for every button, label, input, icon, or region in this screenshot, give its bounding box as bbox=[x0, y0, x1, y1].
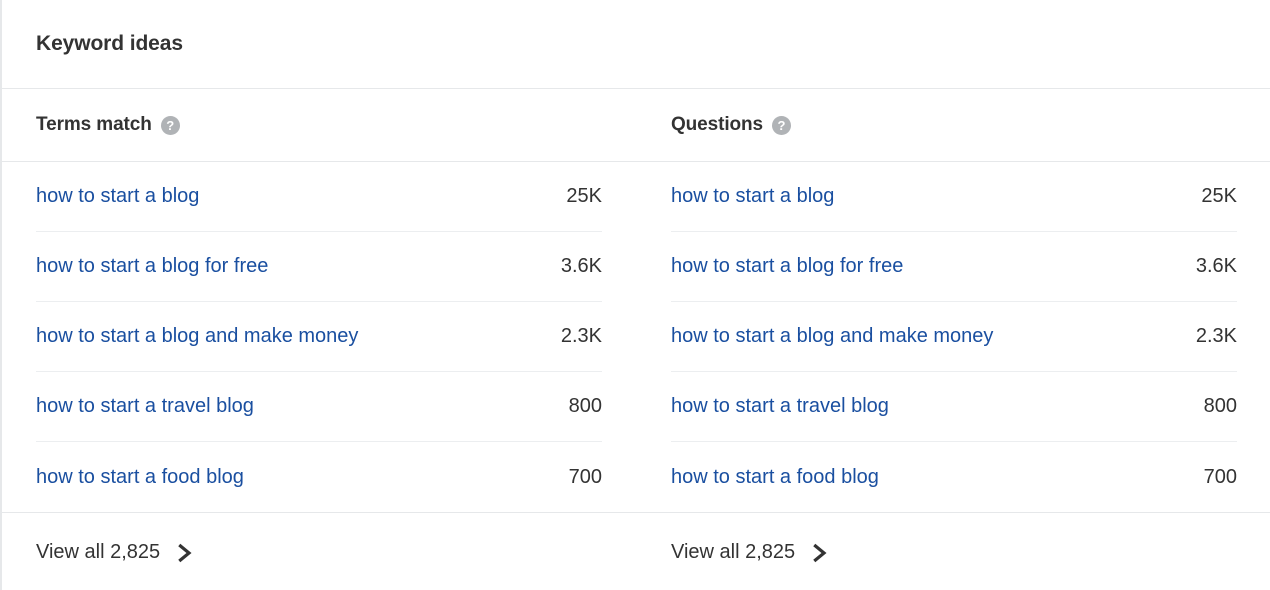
keyword-link[interactable]: how to start a blog and make money bbox=[36, 325, 358, 348]
view-all-questions-link[interactable]: View all 2,825 bbox=[671, 541, 828, 564]
keyword-volume: 3.6K bbox=[560, 255, 602, 277]
help-icon[interactable]: ? bbox=[772, 115, 792, 135]
questions-label: Questions bbox=[671, 114, 764, 135]
table-row: how to start a blog and make money 2.3K bbox=[671, 302, 1237, 372]
keyword-volume: 25K bbox=[1201, 185, 1237, 207]
keyword-volume: 800 bbox=[568, 395, 602, 417]
column-headers-row: Terms match ? Questions ? bbox=[2, 89, 1270, 161]
view-all-label: View all 2,825 bbox=[671, 541, 796, 563]
keyword-link[interactable]: how to start a food blog bbox=[671, 466, 879, 489]
table-row: how to start a food blog 700 bbox=[36, 442, 602, 512]
questions-rows: how to start a blog 25K how to start a b… bbox=[637, 162, 1270, 512]
table-row: how to start a food blog 700 bbox=[671, 442, 1237, 512]
questions-header: Questions ? bbox=[637, 89, 1270, 161]
keyword-volume: 800 bbox=[1203, 395, 1237, 417]
keyword-volume: 2.3K bbox=[560, 325, 602, 347]
chevron-right-icon bbox=[177, 543, 193, 563]
keyword-link[interactable]: how to start a blog for free bbox=[36, 255, 268, 278]
keyword-ideas-card: Keyword ideas Terms match ? Questions ? … bbox=[0, 0, 1270, 590]
table-row: how to start a blog 25K bbox=[36, 162, 602, 232]
view-all-terms-match-link[interactable]: View all 2,825 bbox=[36, 541, 193, 564]
terms-match-label: Terms match bbox=[36, 114, 152, 135]
keyword-volume: 25K bbox=[566, 185, 602, 207]
table-row: how to start a blog for free 3.6K bbox=[671, 232, 1237, 302]
view-all-label: View all 2,825 bbox=[36, 541, 161, 563]
terms-match-header: Terms match ? bbox=[2, 89, 637, 161]
questions-column: how to start a blog 25K how to start a b… bbox=[637, 162, 1270, 512]
keyword-link[interactable]: how to start a blog and make money bbox=[671, 325, 993, 348]
terms-match-column: how to start a blog 25K how to start a b… bbox=[2, 162, 637, 512]
terms-match-rows: how to start a blog 25K how to start a b… bbox=[2, 162, 637, 512]
keyword-volume: 700 bbox=[568, 465, 602, 488]
column-questions-header: Questions ? bbox=[637, 89, 1270, 161]
table-row: how to start a travel blog 800 bbox=[671, 372, 1237, 442]
column-terms-match-header: Terms match ? bbox=[2, 89, 637, 161]
table-row: how to start a blog and make money 2.3K bbox=[36, 302, 602, 372]
keyword-volume: 700 bbox=[1203, 465, 1237, 488]
keyword-link[interactable]: how to start a travel blog bbox=[671, 395, 889, 418]
table-row: how to start a blog 25K bbox=[671, 162, 1237, 232]
keyword-lists: how to start a blog 25K how to start a b… bbox=[2, 162, 1270, 512]
keyword-link[interactable]: how to start a blog bbox=[36, 185, 199, 208]
card-header: Keyword ideas bbox=[2, 0, 1270, 88]
keyword-link[interactable]: how to start a food blog bbox=[36, 466, 244, 489]
keyword-volume: 2.3K bbox=[1195, 325, 1237, 347]
keyword-link[interactable]: how to start a blog for free bbox=[671, 255, 903, 278]
terms-match-footer: View all 2,825 bbox=[2, 513, 637, 590]
table-row: how to start a travel blog 800 bbox=[36, 372, 602, 442]
card-footer: View all 2,825 View all 2,825 bbox=[2, 513, 1270, 590]
keyword-link[interactable]: how to start a travel blog bbox=[36, 395, 254, 418]
chevron-right-icon bbox=[812, 543, 828, 563]
keyword-volume: 3.6K bbox=[1195, 255, 1237, 277]
keyword-link[interactable]: how to start a blog bbox=[671, 185, 834, 208]
questions-footer: View all 2,825 bbox=[637, 513, 1270, 590]
table-row: how to start a blog for free 3.6K bbox=[36, 232, 602, 302]
page-title: Keyword ideas bbox=[36, 32, 183, 55]
help-icon[interactable]: ? bbox=[160, 115, 180, 135]
